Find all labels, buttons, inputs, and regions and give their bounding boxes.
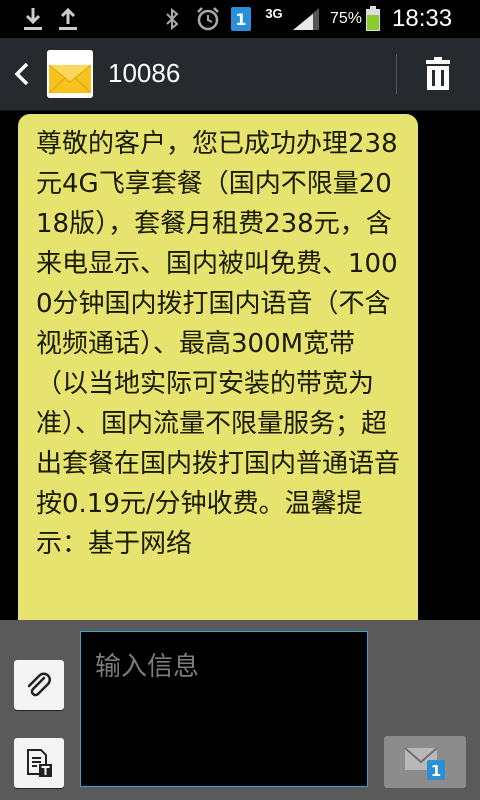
signal-icon (288, 0, 324, 38)
network-type: 3G (265, 5, 283, 21)
message-text: 尊敬的客户，您已成功办理238元4G飞享套餐（国内不限量2018版），套餐月租费… (36, 129, 401, 559)
trash-icon[interactable] (420, 56, 456, 92)
message-list[interactable]: 尊敬的客户，您已成功办理238元4G飞享套餐（国内不限量2018版），套餐月租费… (0, 111, 480, 620)
status-bar: 1 3G 75% 18:33 (0, 0, 480, 38)
back-icon[interactable] (8, 58, 36, 90)
send-sim-badge: 1 (431, 762, 441, 780)
clock: 18:33 (392, 5, 453, 32)
bluetooth-icon (160, 0, 184, 38)
paperclip-icon (27, 672, 51, 697)
send-icon: 1 (404, 747, 445, 780)
attach-button[interactable] (14, 660, 64, 710)
message-input[interactable] (80, 631, 368, 787)
send-button[interactable]: 1 (384, 736, 466, 788)
template-icon (27, 749, 52, 777)
battery-percent: 75% (329, 10, 363, 27)
header-divider (396, 54, 397, 94)
envelope-avatar-icon[interactable] (47, 50, 93, 98)
message-bubble[interactable]: 尊敬的客户，您已成功办理238元4G飞享套餐（国内不限量2018版），套餐月租费… (18, 114, 418, 620)
alarm-icon (192, 0, 224, 38)
compose-bar: 1 (0, 620, 480, 800)
conversation-header: 10086 (0, 38, 480, 111)
battery-icon (362, 0, 384, 38)
sim-slot-number: 1 (231, 7, 251, 31)
contact-name[interactable]: 10086 (108, 58, 180, 89)
upload-icon (55, 0, 81, 38)
sim-icon: 1 (230, 0, 252, 38)
template-button[interactable] (14, 738, 64, 788)
download-icon (20, 0, 46, 38)
